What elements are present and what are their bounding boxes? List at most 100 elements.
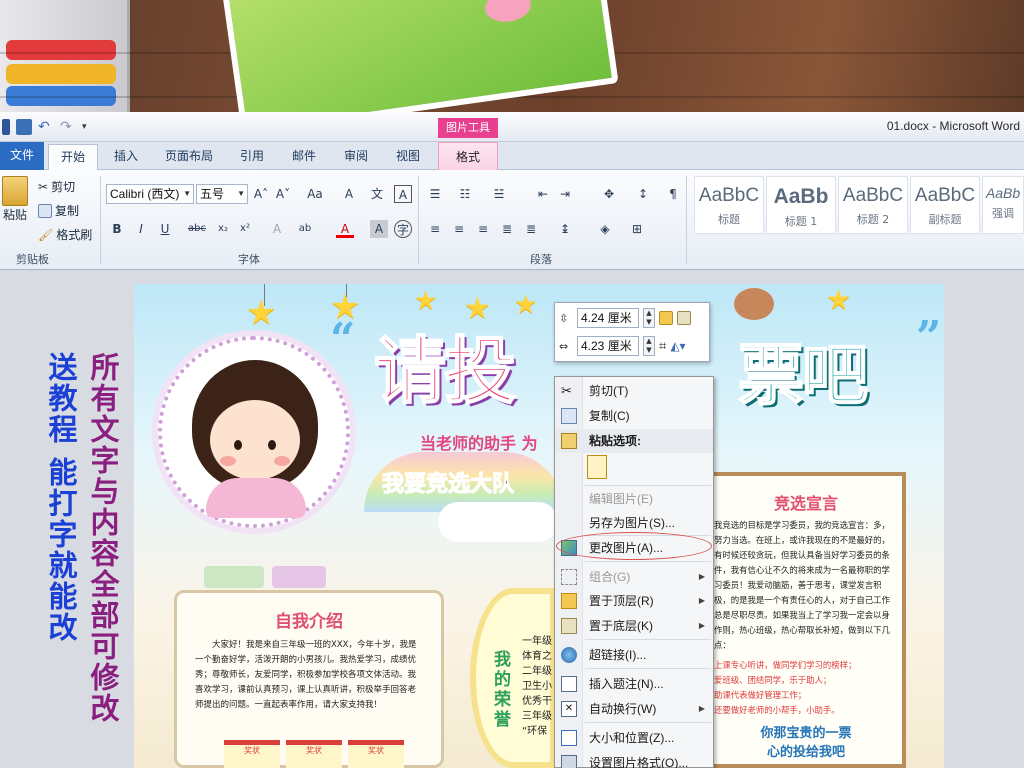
- paragraph-group-label: 段落: [530, 254, 552, 266]
- font-color-icon[interactable]: A: [336, 220, 354, 238]
- scissors-icon: ✂: [561, 383, 572, 398]
- char-border-icon[interactable]: A: [394, 185, 412, 203]
- save-icon[interactable]: [16, 119, 32, 135]
- speech-text: 我竞选的目标是学习委员，我的竞选宣言：多，努力当选。在班上，或许我现在的不是最好…: [714, 520, 890, 650]
- width-icon: ⇔: [559, 339, 569, 353]
- menu-item-size-position[interactable]: 大小和位置(Z)...: [555, 726, 713, 750]
- change-case-icon[interactable]: Aa: [306, 185, 324, 203]
- format-painter-button[interactable]: 🖌 格式刷: [38, 226, 92, 243]
- shape-height-input[interactable]: 4.24 厘米: [577, 308, 639, 328]
- chinese-layout-icon[interactable]: ✥: [600, 185, 618, 203]
- menu-item-send-to-back[interactable]: 置于底层(K) ▶: [555, 614, 713, 638]
- tab-view[interactable]: 视图: [388, 144, 428, 170]
- underline-icon[interactable]: U: [156, 220, 174, 238]
- font-name-combo[interactable]: Calibri (西文) ▼: [106, 184, 194, 204]
- paste-button[interactable]: 粘贴: [0, 176, 30, 223]
- menu-item-save-as-picture[interactable]: 另存为图片(S)...: [555, 511, 713, 535]
- speech-title: 竞选宣言: [773, 494, 838, 513]
- redo-icon[interactable]: ↷: [60, 119, 76, 135]
- sort-icon[interactable]: ↕: [634, 185, 652, 203]
- honor-list: 一年级 体育之 二年级 卫生小 优秀干 三年级 “环保: [522, 636, 552, 737]
- shrink-font-icon[interactable]: A˅: [274, 185, 292, 203]
- align-right-icon[interactable]: ≡: [474, 220, 492, 238]
- copy-button[interactable]: 复制: [38, 202, 79, 219]
- menu-item-copy[interactable]: 复制(C): [555, 404, 713, 428]
- tab-insert[interactable]: 插入: [106, 144, 146, 170]
- style-emphasis[interactable]: AaBb 强调: [982, 176, 1024, 234]
- picture-tools-context-label: 图片工具: [438, 118, 498, 138]
- word-app-icon[interactable]: [2, 119, 10, 135]
- speech-pledges: 上课专心听讲，做同学们学习的榜样； 爱班级、团结同学，乐于助人； 助课代表做好管…: [714, 660, 857, 715]
- line-spacing-icon[interactable]: ↨: [556, 220, 574, 238]
- submenu-arrow-icon: ▶: [698, 596, 705, 605]
- tab-home[interactable]: 开始: [48, 144, 98, 170]
- menu-item-bring-to-front[interactable]: 置于顶层(R) ▶: [555, 589, 713, 613]
- style-title[interactable]: AaBbC 标题: [694, 176, 764, 234]
- menu-item-insert-caption[interactable]: 插入题注(N)...: [555, 672, 713, 696]
- enclose-char-icon[interactable]: 字: [394, 220, 412, 238]
- promo-text-col1: 送教程 能打字就能改: [40, 352, 82, 643]
- numbering-icon[interactable]: ☷: [456, 185, 474, 203]
- submenu-arrow-icon: ▶: [698, 621, 705, 630]
- italic-icon[interactable]: I: [132, 220, 150, 238]
- menu-item-hyperlink[interactable]: 超链接(I)...: [555, 643, 713, 667]
- menu-item-change-picture[interactable]: 更改图片(A)...: [555, 536, 713, 560]
- text-effects-icon[interactable]: A: [268, 220, 286, 238]
- star-decoration: ★: [826, 284, 852, 316]
- increase-indent-icon[interactable]: ⇥: [556, 185, 574, 203]
- rotate-icon[interactable]: ◭▾: [670, 339, 685, 353]
- bring-forward-icon[interactable]: [659, 311, 673, 325]
- caption-icon: [561, 676, 577, 692]
- honor-title: 我的荣誉: [494, 650, 511, 730]
- char-shading-icon[interactable]: A: [370, 220, 388, 238]
- scissors-icon: ✂: [38, 179, 49, 194]
- phonetic-guide-icon[interactable]: 文: [368, 185, 386, 203]
- menu-item-text-wrapping[interactable]: ✕ 自动换行(W) ▶: [555, 697, 713, 721]
- cloud-decoration: [438, 502, 558, 542]
- menu-item-format-picture[interactable]: 设置图片格式(O)...: [555, 751, 713, 768]
- tab-file[interactable]: 文件: [0, 142, 44, 170]
- tab-mailings[interactable]: 邮件: [284, 144, 324, 170]
- menu-item-edit-picture[interactable]: 编辑图片(E): [555, 487, 713, 511]
- borders-icon[interactable]: ⊞: [628, 220, 646, 238]
- font-size-combo[interactable]: 五号 ▼: [196, 184, 248, 204]
- multilevel-list-icon[interactable]: ☱: [490, 185, 508, 203]
- avatar-frame: [158, 336, 350, 528]
- strikethrough-icon[interactable]: abc: [188, 220, 206, 238]
- paste-keep-source-icon[interactable]: [587, 455, 607, 479]
- bold-icon[interactable]: B: [108, 220, 126, 238]
- show-marks-icon[interactable]: ¶: [664, 185, 682, 203]
- height-spinner[interactable]: ▲ ▼: [643, 308, 655, 328]
- style-heading-2[interactable]: AaBbC 标题 2: [838, 176, 908, 234]
- shape-width-input[interactable]: 4.23 厘米: [577, 336, 639, 356]
- superscript-icon[interactable]: x²: [236, 220, 254, 238]
- menu-item-cut[interactable]: ✂ 剪切(T): [555, 379, 713, 403]
- clear-format-icon[interactable]: A: [340, 185, 358, 203]
- send-backward-icon[interactable]: [677, 311, 691, 325]
- width-spinner[interactable]: ▲ ▼: [643, 336, 655, 356]
- tab-format[interactable]: 格式: [438, 142, 498, 170]
- style-subtitle[interactable]: AaBbC 副标题: [910, 176, 980, 234]
- tab-page-layout[interactable]: 页面布局: [158, 144, 220, 170]
- tab-review[interactable]: 审阅: [336, 144, 376, 170]
- grow-font-icon[interactable]: A˄: [252, 185, 270, 203]
- poster-image[interactable]: ★ ★ ★ ★ ★ ★ “ 请投 票吧 ” 当老师的助手 为 我要竞选大队 自我…: [134, 284, 944, 768]
- undo-icon[interactable]: ↶: [38, 119, 54, 135]
- promo-text-col1-value: 送教程 能打字就能改: [44, 352, 78, 644]
- justify-icon[interactable]: ≣: [498, 220, 516, 238]
- copy-icon: [561, 408, 577, 424]
- subscript-icon[interactable]: x₂: [214, 220, 232, 238]
- bullets-icon[interactable]: ☰: [426, 185, 444, 203]
- customize-qat-icon[interactable]: ▾: [82, 119, 98, 135]
- distributed-icon[interactable]: ≣: [522, 220, 540, 238]
- decrease-indent-icon[interactable]: ⇤: [534, 185, 552, 203]
- align-center-icon[interactable]: ≡: [450, 220, 468, 238]
- tab-references[interactable]: 引用: [232, 144, 272, 170]
- shading-icon[interactable]: ◈: [596, 220, 614, 238]
- align-left-icon[interactable]: ≡: [426, 220, 444, 238]
- style-heading-1[interactable]: AaBb 标题 1: [766, 176, 836, 234]
- highlight-icon[interactable]: ab: [296, 220, 314, 238]
- cut-button[interactable]: ✂ 剪切: [38, 178, 75, 195]
- menu-item-group[interactable]: 组合(G) ▶: [555, 565, 713, 589]
- crop-icon[interactable]: ⌗: [659, 339, 666, 354]
